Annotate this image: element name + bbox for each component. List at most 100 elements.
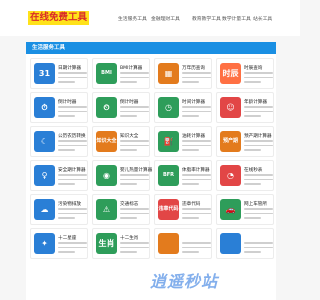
tool-card-title[interactable]: 时间计算器 — [182, 99, 205, 105]
tool-card-description — [58, 106, 87, 120]
tool-card[interactable]: 生肖 十二生肖 — [92, 228, 150, 259]
tool-card-title[interactable]: 倒计时器 — [120, 99, 138, 105]
tool-card-description — [244, 140, 273, 154]
tool-card-description — [120, 174, 149, 188]
tool-card-description — [182, 72, 211, 86]
lunar-calendar-icon: ☾ — [34, 131, 55, 152]
tool-card[interactable]: ♀ 安全期计算器 — [30, 160, 88, 191]
section-title: 生活服务工具 — [32, 45, 66, 51]
tool-card[interactable]: 知识大全 知识大全 — [92, 126, 150, 157]
icon-glyph: ▦ — [164, 68, 173, 78]
tool-card-title[interactable]: 婴儿热量计算器 — [120, 167, 152, 173]
tool-card-title[interactable]: 万年历查询 — [182, 65, 205, 71]
tool-card-description — [120, 72, 149, 86]
pollution-icon: ☁ — [34, 199, 55, 220]
tool-card[interactable]: 预产期 预产期计算器 — [216, 126, 274, 157]
tool-card[interactable]: ⛽ 油耗计算器 — [154, 126, 212, 157]
tool-card[interactable]: 31 日期计算器 — [30, 58, 88, 89]
tool-card[interactable] — [216, 228, 274, 259]
safe-period-icon: ♀ — [34, 165, 55, 186]
tool-card-title[interactable]: 违章代码 — [182, 201, 200, 207]
vehicle-office-icon: 🚗 — [220, 199, 241, 220]
baby-icon: ◉ — [96, 165, 117, 186]
tool-card[interactable]: ☁ 污染物排放 — [30, 194, 88, 225]
zodiac-icon: ✦ — [34, 233, 55, 254]
tool-card[interactable]: ▦ 万年历查询 — [154, 58, 212, 89]
tool-card-description — [182, 140, 211, 154]
body-fat-icon: BFR — [158, 165, 179, 186]
misc-icon-2 — [220, 233, 241, 254]
tool-card-title[interactable]: 日期计算器 — [58, 65, 81, 71]
tool-card[interactable]: ⏲ 倒计时器 — [92, 92, 150, 123]
tool-card-description — [244, 242, 273, 256]
tool-card[interactable]: BMI BMI计算器 — [92, 58, 150, 89]
stopwatch-icon: ⏱ — [34, 97, 55, 118]
tool-card[interactable]: ☾ 公历农历转换 — [30, 126, 88, 157]
icon-glyph: ⚠ — [102, 204, 111, 214]
site-logo[interactable]: 在线免费工具 — [28, 11, 90, 25]
calendar-book-icon: ▦ — [158, 63, 179, 84]
tool-card[interactable] — [154, 228, 212, 259]
tool-card-description — [120, 242, 149, 256]
tool-card-title[interactable]: 在线秒表 — [244, 167, 262, 173]
tool-card-title[interactable]: 交通标志 — [120, 201, 138, 207]
tool-card-title[interactable]: 十二生肖 — [120, 235, 138, 241]
tool-card-description — [58, 208, 87, 222]
timer-icon: ⏲ — [96, 97, 117, 118]
tool-card-title[interactable]: 污染物排放 — [58, 201, 81, 207]
tool-card-description — [58, 140, 87, 154]
tool-card-title[interactable]: 油耗计算器 — [182, 133, 205, 139]
tool-card-title[interactable]: 十二星座 — [58, 235, 76, 241]
traffic-sign-icon: ⚠ — [96, 199, 117, 220]
nav-link-math-tools[interactable]: 数学计量工具 — [222, 15, 251, 22]
tool-card[interactable]: 违章代码 违章代码 — [154, 194, 212, 225]
tool-card-title[interactable]: 倒计时器 — [58, 99, 76, 105]
nav-link-webmaster-tools[interactable]: 站长工具 — [253, 15, 272, 22]
icon-glyph: 时辰 — [222, 68, 239, 78]
tool-card[interactable]: ☺ 年龄计算器 — [216, 92, 274, 123]
icon-glyph: ✦ — [41, 238, 48, 248]
tool-card[interactable]: ✦ 十二星座 — [30, 228, 88, 259]
due-date-icon: 预产期 — [220, 131, 241, 152]
tool-card-description — [182, 106, 211, 120]
tool-card-description — [120, 106, 149, 120]
icon-glyph: ⏲ — [103, 102, 110, 112]
tool-card[interactable]: ⏱ 倒计时器 — [30, 92, 88, 123]
tool-card[interactable]: ⚠ 交通标志 — [92, 194, 150, 225]
tool-card[interactable]: 时辰 时辰查询 — [216, 58, 274, 89]
icon-glyph: ♀ — [41, 170, 48, 180]
chinese-zodiac-icon: 生肖 — [96, 233, 117, 254]
tool-card-title[interactable]: 网上车管所 — [244, 201, 267, 207]
online-stopwatch-icon: ◔ — [220, 165, 241, 186]
age-icon: ☺ — [220, 97, 241, 118]
icon-glyph: 预产期 — [222, 137, 238, 144]
tool-card-title[interactable]: BMI计算器 — [120, 65, 142, 71]
icon-glyph: 31 — [38, 68, 51, 78]
icon-glyph: ☺ — [226, 102, 235, 112]
tool-card[interactable]: 🚗 网上车管所 — [216, 194, 274, 225]
nav-link-finance-tools[interactable]: 金融理财工具 — [151, 15, 180, 22]
top-bar: 在线免费工具 生活服务工具 金融理财工具 教育教学工具 数学计量工具 站长工具 — [0, 0, 300, 36]
icon-glyph: ☁ — [40, 204, 49, 214]
nav-link-education-tools[interactable]: 教育教学工具 — [192, 15, 221, 22]
tool-card-description — [182, 208, 211, 222]
tool-card[interactable]: ◔ 在线秒表 — [216, 160, 274, 191]
tool-card-description — [58, 242, 87, 256]
tool-card-title[interactable]: 时辰查询 — [244, 65, 262, 71]
icon-glyph: ⛽ — [163, 136, 174, 146]
tool-card-title[interactable]: 预产期计算器 — [244, 133, 272, 139]
tool-card[interactable]: ◷ 时间计算器 — [154, 92, 212, 123]
tool-card-description — [120, 140, 149, 154]
bmi-icon: BMI — [96, 63, 117, 84]
clock-icon: ◷ — [158, 97, 179, 118]
nav-link-life-tools[interactable]: 生活服务工具 — [118, 15, 147, 22]
icon-glyph: ◉ — [103, 170, 110, 180]
tool-card-title[interactable]: 年龄计算器 — [244, 99, 267, 105]
tool-card-title[interactable]: 体脂率计算器 — [182, 167, 210, 173]
tool-card-title[interactable]: 公历农历转换 — [58, 133, 86, 139]
tool-card-description — [58, 174, 87, 188]
tool-card[interactable]: BFR 体脂率计算器 — [154, 160, 212, 191]
tool-card-title[interactable]: 知识大全 — [120, 133, 138, 139]
tool-card[interactable]: ◉ 婴儿热量计算器 — [92, 160, 152, 191]
tool-card-title[interactable]: 安全期计算器 — [58, 167, 86, 173]
